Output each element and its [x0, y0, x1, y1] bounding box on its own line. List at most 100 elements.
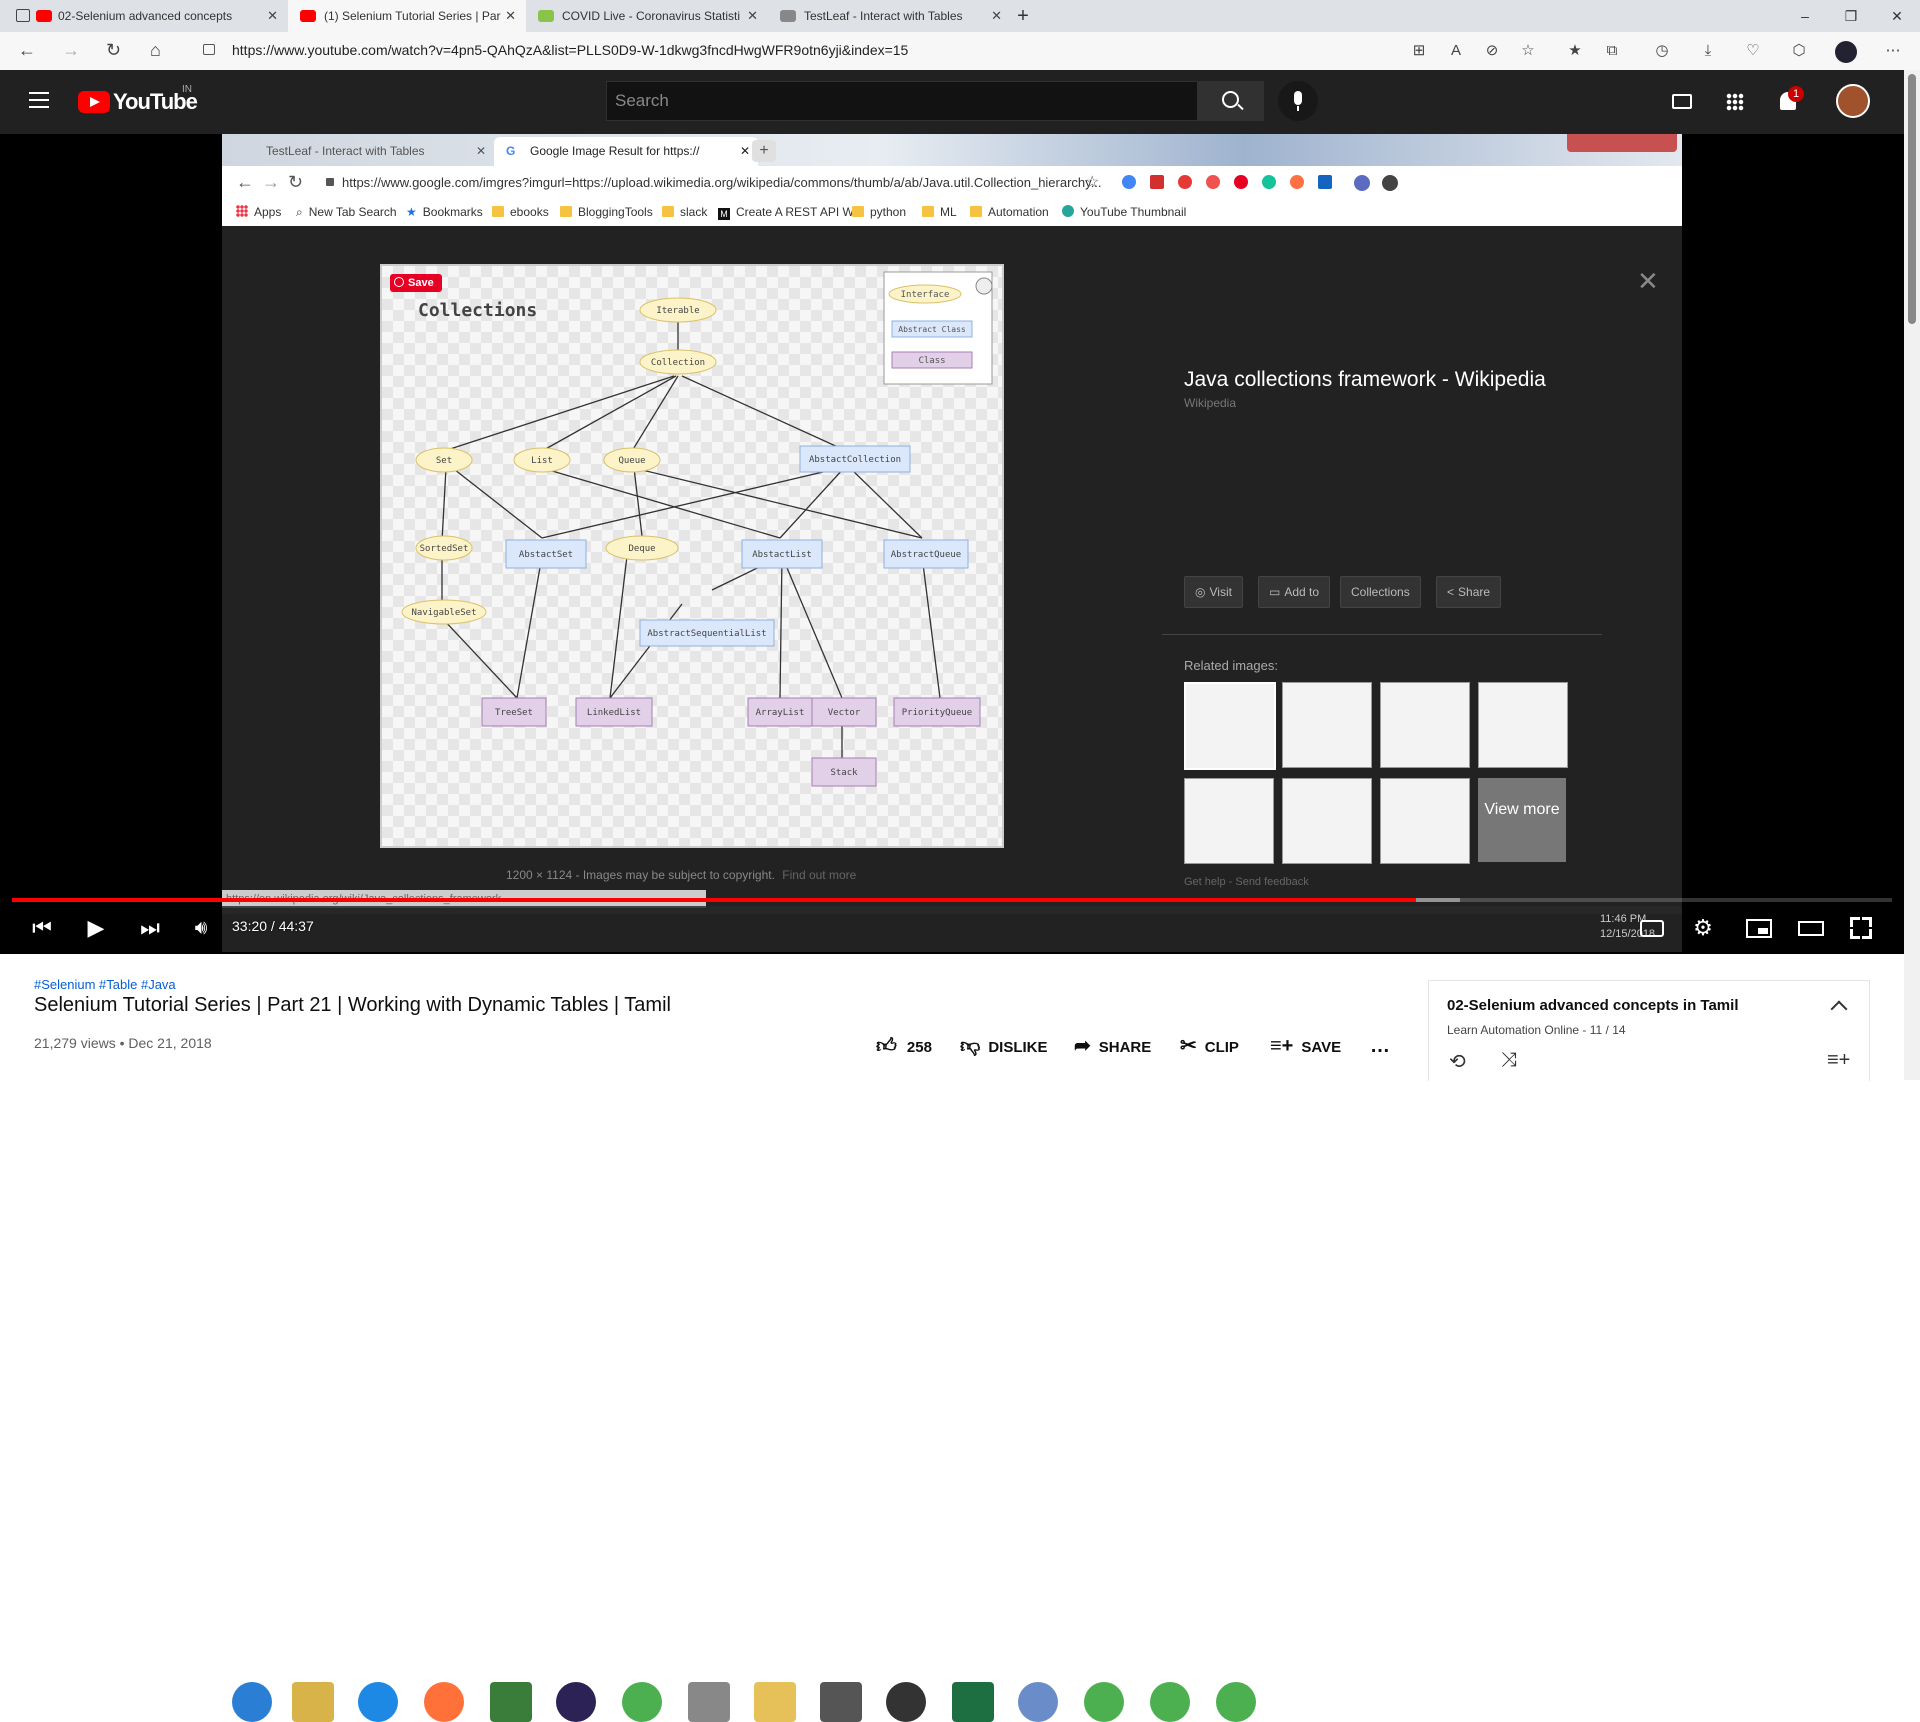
health-icon[interactable]: ♡	[1744, 42, 1762, 60]
miniplayer-icon[interactable]	[1746, 919, 1772, 938]
more-actions-button[interactable]: …	[1370, 1035, 1390, 1057]
close-icon[interactable]: ✕	[747, 0, 758, 32]
progress-bar[interactable]	[12, 898, 1892, 902]
close-icon[interactable]: ✕	[267, 0, 278, 32]
star-icon: ★	[406, 205, 417, 219]
page-scrollbar[interactable]	[1904, 70, 1920, 1080]
clip-label: CLIP	[1204, 1039, 1239, 1056]
read-aloud-icon[interactable]: A	[1447, 42, 1465, 60]
menu-icon[interactable]	[29, 92, 49, 108]
create-video-icon[interactable]	[1672, 94, 1692, 109]
voice-search-button[interactable]	[1278, 81, 1318, 121]
shuffle-icon[interactable]: ⤨	[1501, 1049, 1517, 1072]
browser-tab[interactable]: COVID Live - Coronavirus Statisti ✕	[526, 0, 768, 32]
bookmark-slack: slack	[662, 205, 707, 219]
video-views-date: 21,279 views • Dec 21, 2018	[34, 1035, 212, 1051]
video-hashtags[interactable]: #Selenium #Table #Java	[34, 977, 176, 992]
next-button[interactable]: ⏭	[136, 914, 164, 942]
bookmarks-bar: Apps ⌕ New Tab Search ★ Bookmarks ebooks B…	[222, 200, 1682, 227]
visit-label: Visit	[1209, 585, 1232, 599]
collections-icon[interactable]: ⧉	[1603, 42, 1621, 60]
clip-button[interactable]: ✂ CLIP	[1180, 1035, 1239, 1057]
add-favorite-icon[interactable]: ☆	[1519, 42, 1537, 60]
previous-button[interactable]: ⏮	[28, 914, 56, 942]
subtitles-icon[interactable]	[1640, 920, 1664, 937]
maximize-button[interactable]: ❐	[1828, 0, 1874, 32]
new-tab-button[interactable]: +	[1010, 0, 1036, 32]
close-icon[interactable]: ✕	[991, 0, 1002, 32]
address-bar-row: ← → ↻ ⌂ https://www.youtube.com/watch?v=…	[0, 32, 1920, 71]
video-player[interactable]: TestLeaf - Interact with Tables ✕ G Goog…	[0, 134, 1904, 1722]
scrollbar-thumb[interactable]	[1908, 74, 1916, 324]
save-button[interactable]: ≡+ SAVE	[1270, 1035, 1341, 1057]
browser-tab-active[interactable]: (1) Selenium Tutorial Series | Par ✕	[288, 0, 526, 32]
inner-tab-strip: TestLeaf - Interact with Tables ✕ G Goog…	[222, 134, 1682, 166]
home-icon[interactable]: ⌂	[150, 40, 161, 61]
share-button[interactable]: ➦ SHARE	[1074, 1035, 1151, 1057]
bookmark-label: Apps	[254, 205, 282, 219]
bookmark-ml: ML	[922, 205, 957, 219]
bookmark-label: ML	[940, 205, 957, 219]
volume-icon[interactable]: 🔊︎	[186, 914, 216, 942]
panel-divider	[1162, 634, 1602, 635]
more-icon[interactable]: ⋯	[1884, 42, 1902, 60]
url-field[interactable]: https://www.youtube.com/watch?v=4pn5-QAh…	[232, 42, 908, 58]
loop-icon[interactable]: ⟲	[1449, 1049, 1466, 1074]
diagram-svg: Interface Abstract Class Class Iterable …	[401, 271, 993, 787]
settings-icon[interactable]: ⚙	[1688, 914, 1718, 942]
folder-icon	[662, 206, 674, 217]
bookmark-label: slack	[680, 205, 708, 219]
lock-icon[interactable]	[203, 44, 215, 55]
search-input[interactable]: Search	[606, 81, 1198, 121]
dislike-label: DISLIKE	[988, 1039, 1048, 1056]
playlist-title[interactable]: 02-Selenium advanced concepts in Tamil	[1447, 997, 1738, 1014]
bookmark-bookmarks: ★ Bookmarks	[406, 205, 483, 219]
scissors-icon: ✂	[1180, 1035, 1197, 1057]
folder-icon	[754, 1682, 796, 1722]
forward-icon[interactable]: →	[62, 40, 80, 61]
collapse-chevron-icon[interactable]	[1830, 1000, 1848, 1018]
close-icon[interactable]: ✕	[505, 0, 516, 32]
close-viewer-icon: ✕	[1637, 266, 1659, 296]
save-playlist-icon[interactable]: ≡+	[1827, 1049, 1850, 1072]
collections-diagram: Save Collections Interface Abstract Clas…	[380, 264, 1004, 848]
apps-grid-icon[interactable]	[1726, 93, 1744, 111]
node-abstract-collection: AbstactCollection	[809, 455, 901, 465]
tracking-icon[interactable]: ⊘	[1483, 42, 1501, 60]
play-button[interactable]: ▶	[82, 914, 110, 942]
image-info-text: 1200 × 1124 - Images may be subject to c…	[506, 868, 775, 882]
apps-icon	[236, 205, 248, 217]
downloads-icon[interactable]: ⤓	[1699, 42, 1717, 60]
app-available-icon[interactable]: ⊞	[1410, 42, 1428, 60]
window-close-button[interactable]: ✕	[1874, 0, 1920, 32]
account-avatar[interactable]	[1836, 84, 1870, 118]
fullscreen-icon[interactable]	[1850, 917, 1872, 939]
diagram-edges	[441, 319, 941, 758]
bookmark-label: New Tab Search	[308, 205, 397, 219]
playlist-panel: 02-Selenium advanced concepts in Tamil L…	[1428, 980, 1870, 1081]
extension-icon[interactable]: ⬡	[1790, 42, 1808, 60]
back-icon[interactable]: ←	[18, 40, 36, 61]
history-icon[interactable]: ◷	[1653, 42, 1671, 60]
profile-avatar[interactable]	[1835, 41, 1857, 63]
folder-icon	[922, 206, 934, 217]
node-priority-queue: PriorityQueue	[902, 708, 972, 718]
browser-tab[interactable]: TestLeaf - Interact with Tables ✕	[768, 0, 1012, 32]
like-button[interactable]: 👍︎ 258	[876, 1035, 932, 1057]
like-count: 258	[906, 1039, 932, 1056]
playlist-channel[interactable]: Learn Automation Online - 11 / 14	[1447, 1023, 1626, 1037]
bookmark-label: BloggingTools	[578, 205, 653, 219]
tab-title: 02-Selenium advanced concepts	[58, 9, 233, 23]
search-button[interactable]	[1198, 81, 1264, 121]
dislike-button[interactable]: 👎︎ DISLIKE	[960, 1035, 1048, 1057]
bookmark-apps: Apps	[236, 205, 281, 219]
forward-icon: →	[262, 172, 280, 192]
browser-tab[interactable]: 02-Selenium advanced concepts ✕	[0, 0, 288, 32]
refresh-icon[interactable]: ↻	[106, 40, 121, 61]
favorites-icon[interactable]: ★	[1566, 42, 1584, 60]
minimize-button[interactable]: –	[1782, 0, 1828, 32]
node-linked-list: LinkedList	[587, 708, 641, 718]
node-stack: Stack	[830, 768, 858, 778]
bookmark-bloggingtools: BloggingTools	[560, 205, 653, 219]
theater-mode-icon[interactable]	[1798, 921, 1824, 936]
